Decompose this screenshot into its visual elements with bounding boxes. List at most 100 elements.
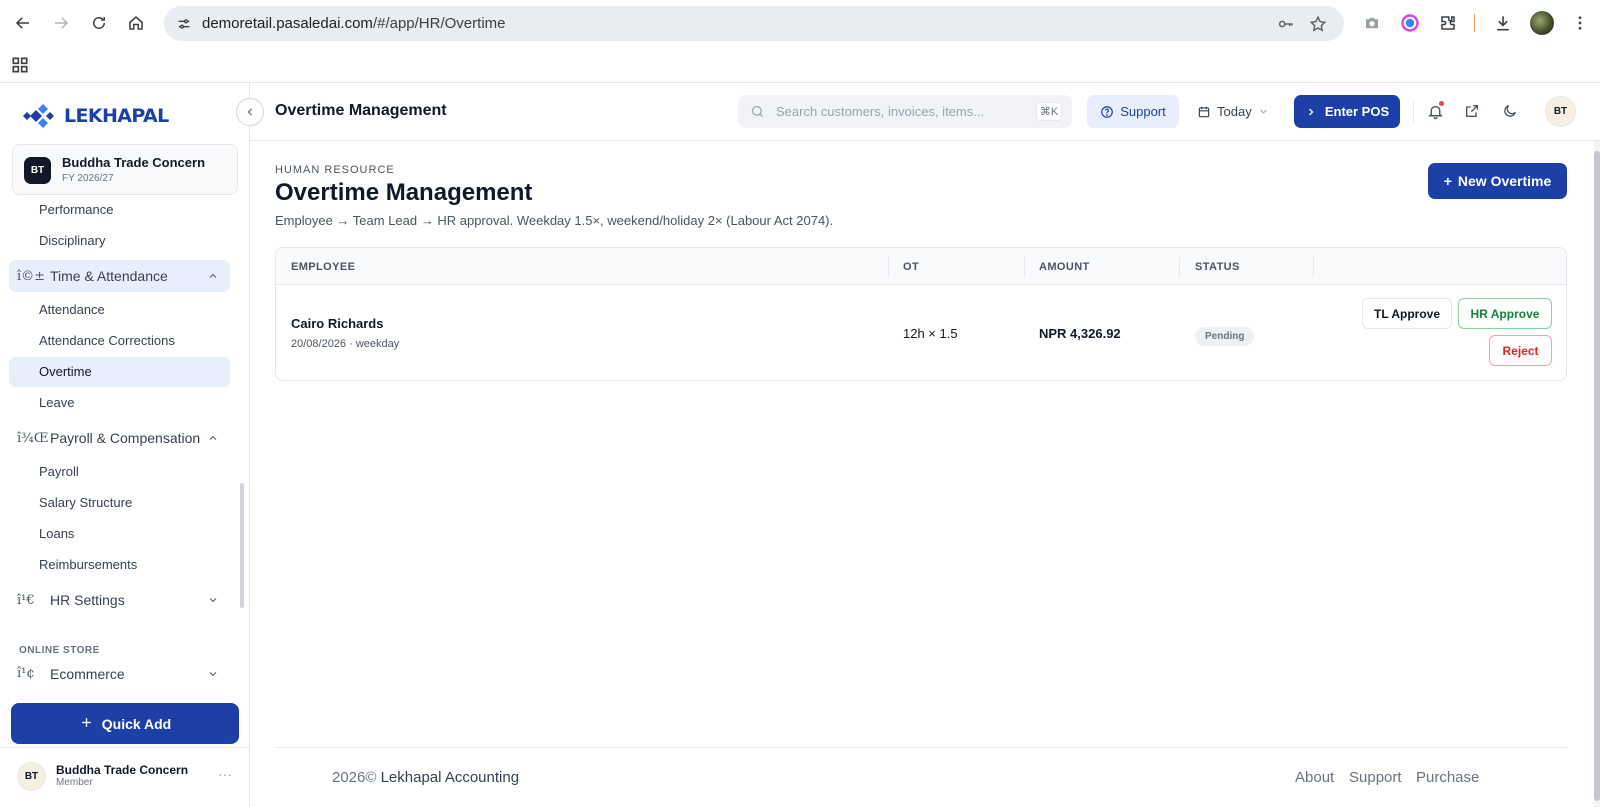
overtime-table: EMPLOYEE OT AMOUNT STATUS Cairo Richards…	[275, 247, 1567, 381]
sidebar-scrollbar[interactable]	[240, 483, 244, 608]
more-icon[interactable]: ···	[218, 766, 232, 782]
header-title: Overtime Management	[275, 102, 447, 119]
hr-approve-button[interactable]: HR Approve	[1458, 298, 1552, 329]
main-scrollbar-thumb[interactable]	[1594, 151, 1600, 801]
key-icon[interactable]	[1276, 14, 1296, 34]
column-header-ot: OT	[903, 261, 920, 273]
page-footer: 2026© Lekhapal Accounting About Support …	[275, 747, 1567, 807]
company-switcher[interactable]: BT Buddha Trade Concern FY 2026/27	[12, 144, 238, 195]
main-scrollbar[interactable]	[1594, 141, 1600, 807]
fiscal-year: FY 2026/27	[62, 173, 114, 184]
toolbar-divider	[1474, 14, 1475, 32]
sidebar-item-attendance-corrections[interactable]: Attendance Corrections	[39, 333, 175, 348]
copyright-year: 2026©	[332, 769, 377, 786]
plus-icon	[79, 715, 94, 733]
chevron-right-icon	[1308, 108, 1314, 115]
chevron-down-icon	[206, 667, 220, 681]
bookmarks-bar	[0, 47, 1600, 83]
company-name: Buddha Trade Concern	[62, 155, 206, 170]
home-icon[interactable]	[123, 10, 149, 36]
chevron-down-icon	[1260, 109, 1267, 114]
date-filter-label: Today	[1217, 104, 1252, 119]
date-filter-select[interactable]: Today	[1197, 95, 1281, 128]
search-input[interactable]: Search customers, invoices, items... ⌘K	[738, 95, 1072, 128]
back-icon[interactable]	[10, 10, 36, 36]
sidebar-group-hr-settings[interactable]: î¹€ HR Settings	[9, 584, 230, 616]
tl-approve-button[interactable]: TL Approve	[1362, 298, 1452, 329]
header-divider	[1413, 102, 1414, 122]
sidebar-item-loans[interactable]: Loans	[39, 526, 74, 541]
sidebar-group-label: HR Settings	[50, 592, 125, 608]
column-divider	[1179, 257, 1180, 277]
user-role: Member	[56, 777, 93, 788]
external-link-icon[interactable]	[1463, 102, 1481, 120]
sidebar-item-payroll[interactable]: Payroll	[39, 464, 79, 479]
column-divider	[1313, 257, 1314, 277]
apps-grid-icon[interactable]	[10, 55, 30, 75]
page-title: Overtime Management	[275, 179, 533, 206]
moon-icon[interactable]	[1501, 102, 1519, 120]
main-content: HUMAN RESOURCE Overtime Management Emplo…	[250, 141, 1600, 807]
extensions-icon[interactable]	[1436, 11, 1460, 35]
overtime-hours: 12h × 1.5	[903, 326, 958, 341]
sidebar-item-leave[interactable]: Leave	[39, 395, 74, 410]
overtime-date: 20/08/2026 · weekday	[291, 338, 400, 350]
sidebar-group-label: Time & Attendance	[50, 268, 168, 284]
employee-name: Cairo Richards	[291, 316, 384, 331]
star-icon[interactable]	[1308, 14, 1328, 34]
column-header-amount: AMOUNT	[1039, 261, 1090, 273]
footer-link-about[interactable]: About	[1295, 769, 1334, 786]
forward-icon[interactable]	[48, 10, 74, 36]
status-badge: Pending	[1195, 327, 1255, 346]
sidebar-item-salary-structure[interactable]: Salary Structure	[39, 495, 132, 510]
chevron-left-icon	[247, 108, 252, 116]
sidebar-group-payroll[interactable]: î¾Œ Payroll & Compensation	[9, 422, 230, 454]
app-header: Overtime Management Search customers, in…	[250, 83, 1600, 141]
page-kicker: HUMAN RESOURCE	[275, 164, 395, 176]
sidebar-group-ecommerce[interactable]: î¹¢ Ecommerce	[9, 652, 230, 684]
url-text: demoretail.pasaledai.com/#/app/HR/Overti…	[202, 15, 506, 32]
enter-pos-button[interactable]: Enter POS	[1294, 95, 1400, 128]
sidebar-item-reimbursements[interactable]: Reimbursements	[39, 557, 137, 572]
notification-dot	[1439, 101, 1444, 106]
avatar[interactable]: BT	[1545, 96, 1576, 127]
page-description: Employee → Team Lead → HR approval. Week…	[275, 213, 834, 228]
table-header: EMPLOYEE OT AMOUNT STATUS	[276, 248, 1566, 285]
extension-color-icon[interactable]	[1398, 11, 1422, 35]
time-attendance-icon: î©±	[17, 269, 46, 284]
reload-icon[interactable]	[86, 10, 112, 36]
copyright-company: Lekhapal Accounting	[380, 769, 520, 786]
download-icon[interactable]	[1491, 11, 1515, 35]
column-divider	[888, 257, 889, 277]
search-icon	[751, 105, 763, 117]
footer-link-purchase[interactable]: Purchase	[1416, 769, 1479, 786]
reject-button[interactable]: Reject	[1489, 335, 1552, 366]
chevron-down-icon	[206, 593, 220, 607]
site-settings-icon[interactable]	[172, 12, 196, 36]
search-placeholder: Search customers, invoices, items...	[776, 104, 985, 119]
quick-add-button[interactable]: Quick Add	[11, 703, 239, 744]
user-menu[interactable]: BT Buddha Trade Concern Member ···	[0, 747, 250, 807]
ecommerce-icon: î¹¢	[17, 666, 35, 681]
address-bar[interactable]: demoretail.pasaledai.com/#/app/HR/Overti…	[164, 6, 1344, 41]
brand-name: LEKHAPAL	[64, 105, 169, 127]
footer-link-support[interactable]: Support	[1349, 769, 1402, 786]
copyright: 2026© Lekhapal Accounting	[332, 769, 519, 786]
profile-avatar[interactable]	[1530, 11, 1554, 35]
sidebar-group-label: Ecommerce	[50, 666, 125, 682]
camera-icon[interactable]	[1360, 11, 1384, 35]
sidebar-item-overtime[interactable]: Overtime	[39, 364, 92, 379]
support-button[interactable]: Support	[1087, 95, 1179, 128]
plus-icon: +	[1443, 173, 1452, 189]
sidebar-item-performance[interactable]: Performance	[39, 205, 113, 217]
new-overtime-button[interactable]: + New Overtime	[1428, 163, 1567, 199]
sidebar-collapse-button[interactable]	[236, 98, 264, 126]
sidebar-group-time-attendance[interactable]: î©± Time & Attendance	[9, 260, 230, 292]
calendar-icon	[1198, 106, 1210, 117]
help-icon	[1101, 105, 1114, 118]
sidebar-item-disciplinary[interactable]: Disciplinary	[39, 233, 105, 248]
chevron-up-icon	[206, 269, 220, 283]
menu-dots-icon[interactable]	[1568, 11, 1592, 35]
sidebar-item-attendance[interactable]: Attendance	[39, 302, 105, 317]
brand-logo[interactable]: LEKHAPAL	[22, 103, 169, 129]
